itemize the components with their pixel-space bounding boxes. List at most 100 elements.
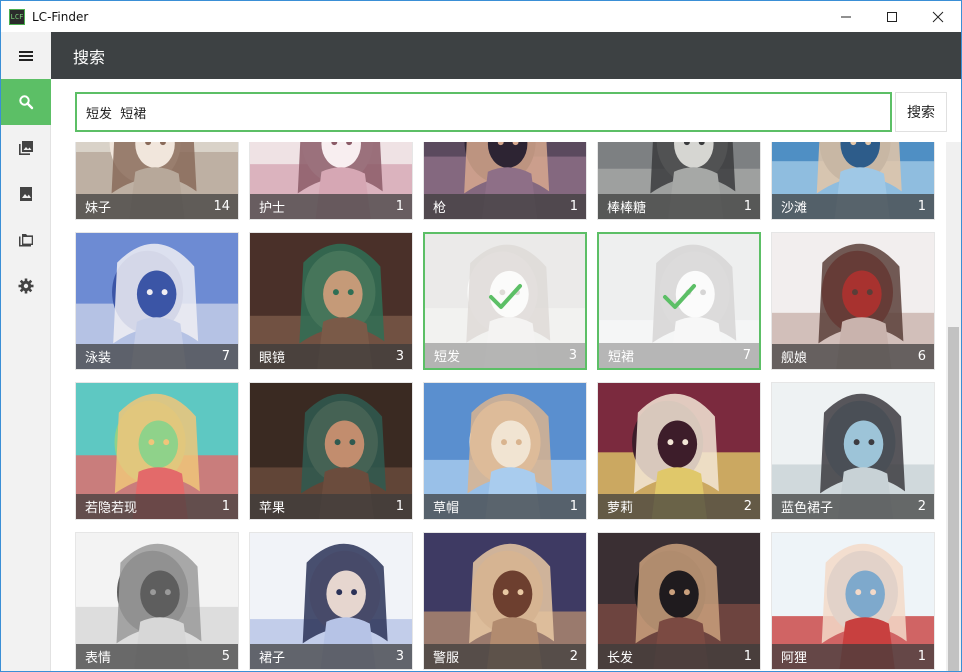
page-title: 搜索 [73, 47, 106, 67]
tag-count: 2 [569, 649, 578, 664]
tag-grid: 妹子 14 护士 1 枪1 棒棒糖 1 沙滩 1 泳装 7 眼镜 3 短发 3 … [75, 142, 935, 670]
tag-count: 3 [568, 348, 577, 363]
tag-tile[interactable]: 警服 2 [423, 532, 587, 670]
tag-name: 短裙 [608, 350, 635, 365]
tag-caption: 短发 3 [425, 343, 585, 368]
window-controls [823, 1, 961, 32]
tag-count: 1 [917, 649, 926, 664]
tag-caption: 沙滩 1 [772, 194, 934, 219]
tag-count: 1 [743, 649, 752, 664]
tag-grid-viewport: 妹子 14 护士 1 枪1 棒棒糖 1 沙滩 1 泳装 7 眼镜 3 短发 3 … [51, 142, 946, 671]
tag-tile[interactable]: 苹果 1 [249, 382, 413, 520]
tag-caption: 阿狸 1 [772, 644, 934, 669]
search-input[interactable] [75, 92, 892, 132]
tag-name: 长发 [607, 651, 634, 666]
tag-tile[interactable]: 棒棒糖 1 [597, 142, 761, 220]
tag-name: 妹子 [85, 201, 112, 216]
tag-name: 裙子 [259, 651, 286, 666]
tag-tile[interactable]: 沙滩 1 [771, 142, 935, 220]
tag-tile[interactable]: 护士 1 [249, 142, 413, 220]
close-button[interactable] [915, 1, 961, 32]
nav-photos[interactable] [1, 171, 51, 217]
tag-tile[interactable]: 表情 5 [75, 532, 239, 670]
tag-count: 6 [917, 349, 926, 364]
tag-caption: 若隐若现 1 [76, 494, 238, 519]
nav-search[interactable] [1, 79, 51, 125]
check-icon [663, 284, 696, 309]
tag-count: 14 [213, 199, 230, 214]
app-logo-icon: LCF [9, 8, 25, 25]
tag-caption: 妹子 14 [76, 194, 238, 219]
tag-tile[interactable]: 阿狸 1 [771, 532, 935, 670]
page-header: 搜索 [51, 32, 961, 79]
maximize-icon [887, 11, 897, 22]
tag-count: 7 [221, 349, 230, 364]
nav-folders[interactable] [1, 217, 51, 263]
tag-caption: 表情 5 [76, 644, 238, 669]
tag-count: 1 [569, 499, 578, 514]
tag-tile[interactable]: 枪1 [423, 142, 587, 220]
tag-tile[interactable]: 长发 1 [597, 532, 761, 670]
tag-tile[interactable]: 萝莉 2 [597, 382, 761, 520]
tag-caption: 枪1 [424, 194, 586, 219]
gear-icon [18, 278, 34, 294]
vertical-scrollbar[interactable] [946, 142, 961, 671]
tag-name: 草帽 [433, 501, 460, 516]
tag-caption: 警服 2 [424, 644, 586, 669]
search-bar: 搜索 [51, 79, 961, 139]
tag-count: 2 [917, 499, 926, 514]
tag-tile[interactable]: 泳装 7 [75, 232, 239, 370]
tag-count: 1 [395, 499, 404, 514]
tag-caption: 萝莉 2 [598, 494, 760, 519]
tag-count: 1 [743, 199, 752, 214]
search-button[interactable]: 搜索 [895, 92, 947, 132]
tag-caption: 蓝色裙子 2 [772, 494, 934, 519]
tag-name: 眼镜 [259, 351, 286, 366]
tag-name: 护士 [259, 201, 286, 216]
app-window: LCF LC-Finder 搜索 短发 短裙 搜索 妹子 14 护士 1 枪 1… [0, 0, 962, 672]
tag-tile[interactable]: 舰娘 6 [771, 232, 935, 370]
title-bar[interactable]: LCF LC-Finder [1, 1, 961, 32]
tag-count: 1 [395, 199, 404, 214]
tag-count: 7 [742, 348, 751, 363]
side-navigation [1, 32, 51, 671]
close-icon [932, 11, 944, 22]
tag-name: 若隐若现 [85, 501, 138, 516]
tag-tile[interactable]: 短发 3 [423, 232, 587, 370]
tag-name: 阿狸 [781, 651, 808, 666]
search-icon [19, 95, 34, 110]
tag-caption: 眼镜 3 [250, 344, 412, 369]
tag-tile[interactable]: 眼镜 3 [249, 232, 413, 370]
minimize-icon [841, 16, 851, 17]
tag-caption: 苹果 1 [250, 494, 412, 519]
tag-name: 表情 [85, 651, 112, 666]
check-icon [489, 284, 522, 309]
tag-name: 蓝色裙子 [781, 501, 834, 516]
photo-icon [20, 187, 32, 201]
tag-tile[interactable]: 妹子 14 [75, 142, 239, 220]
tag-name: 警服 [433, 651, 460, 666]
tag-caption: 短裙 7 [599, 343, 759, 368]
nav-settings[interactable] [1, 263, 51, 309]
scrollbar-thumb[interactable] [948, 327, 959, 671]
tag-tile[interactable]: 蓝色裙子 2 [771, 382, 935, 520]
tag-count: 5 [221, 649, 230, 664]
nav-menu-button[interactable] [1, 32, 51, 79]
tag-count: 1 [221, 499, 230, 514]
tag-tile[interactable]: 裙子 3 [249, 532, 413, 670]
tag-caption: 舰娘 6 [772, 344, 934, 369]
tag-tile[interactable]: 若隐若现 1 [75, 382, 239, 520]
tag-caption: 长发 1 [598, 644, 760, 669]
tag-name: 沙滩 [781, 201, 808, 216]
folder-icon [19, 234, 33, 247]
nav-library[interactable] [1, 125, 51, 171]
tag-tile[interactable]: 草帽 1 [423, 382, 587, 520]
tag-name: 苹果 [259, 501, 286, 516]
maximize-button[interactable] [869, 1, 915, 32]
tag-name: 棒棒糖 [607, 201, 647, 216]
minimize-button[interactable] [823, 1, 869, 32]
tag-count: 2 [743, 499, 752, 514]
tag-name: 枪 [433, 201, 447, 216]
tag-name: 舰娘 [781, 351, 808, 366]
tag-tile[interactable]: 短裙 7 [597, 232, 761, 370]
